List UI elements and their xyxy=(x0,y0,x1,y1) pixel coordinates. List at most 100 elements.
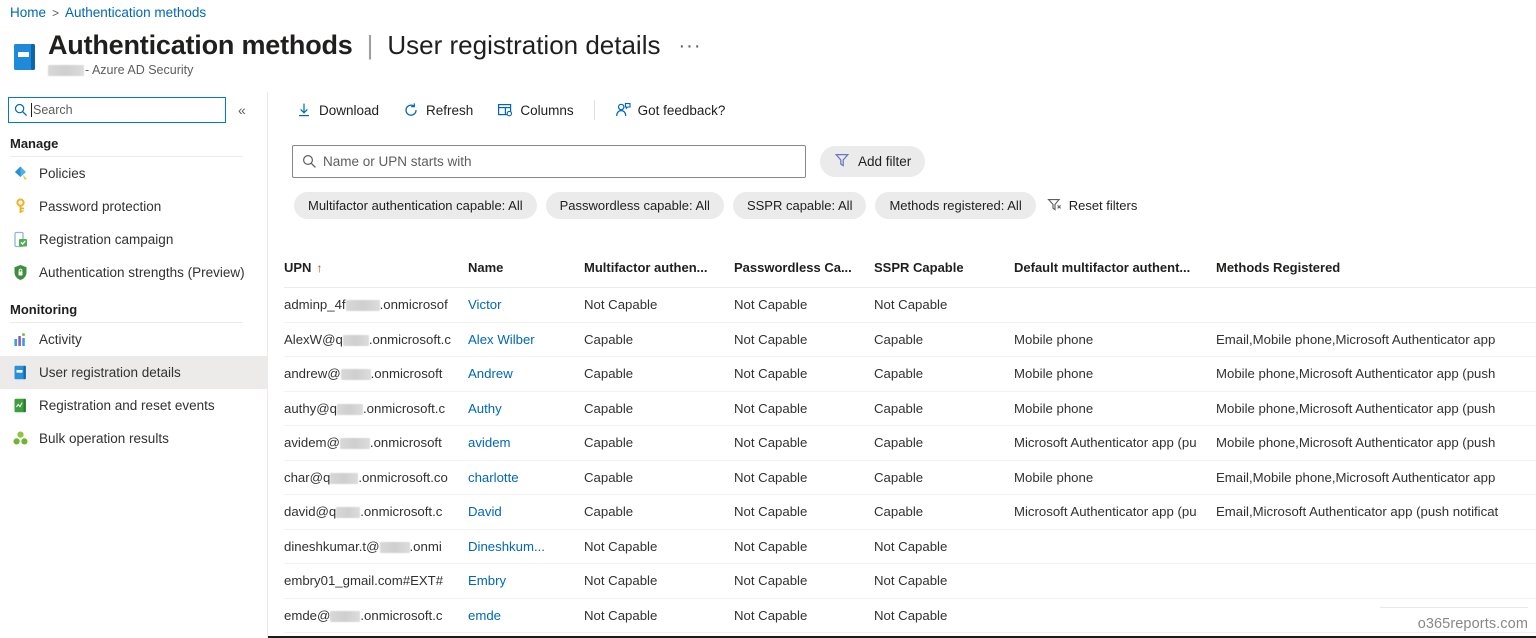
add-filter-button[interactable]: Add filter xyxy=(820,146,926,177)
cell-upn: david@q .onmicrosoft.c xyxy=(284,494,468,530)
filter-pill-multifactor-capable[interactable]: Multifactor authentication capable: All xyxy=(294,192,537,219)
column-header-multifactor-capable[interactable]: Multifactor authen... xyxy=(584,252,734,288)
columns-button[interactable]: Columns xyxy=(485,95,585,125)
command-bar-divider xyxy=(593,100,595,120)
redacted-tenant xyxy=(339,438,370,450)
user-registration-table: UPN ↑ Name Multifactor authen... Password… xyxy=(284,252,1536,638)
user-link[interactable]: Authy xyxy=(468,401,502,416)
upn-prefix: david@q xyxy=(284,504,337,520)
user-link[interactable]: Alex Wilber xyxy=(468,332,535,347)
upn-prefix: emde@ xyxy=(284,607,331,623)
sidebar-item-activity[interactable]: Activity xyxy=(0,323,267,356)
cell-passwordless-capable: Not Capable xyxy=(734,494,874,530)
sidebar: Search « Manage Policies Password protec… xyxy=(0,92,268,638)
user-link[interactable]: Embry xyxy=(468,573,506,588)
sidebar-item-label: Registration campaign xyxy=(39,232,174,247)
sidebar-item-password-protection[interactable]: Password protection xyxy=(0,190,267,223)
cell-passwordless-capable: Not Capable xyxy=(734,356,874,392)
table-row[interactable]: emde@ .onmicrosoft.c emde Not Capable Not… xyxy=(284,598,1536,633)
search-icon xyxy=(302,154,317,169)
user-link[interactable]: emde xyxy=(468,608,501,623)
cell-upn: andrew@ .onmicrosoft xyxy=(284,356,468,392)
cell-sspr-capable: Capable xyxy=(874,494,1014,530)
cell-name: Victor xyxy=(468,287,584,323)
name-or-upn-search-input[interactable]: Name or UPN starts with xyxy=(292,145,806,178)
column-header-passwordless-capable[interactable]: Passwordless Ca... xyxy=(734,252,874,288)
sidebar-item-user-registration-details[interactable]: User registration details xyxy=(0,356,267,389)
sidebar-item-label: Authentication strengths (Preview) xyxy=(39,265,245,280)
table-header-row: UPN ↑ Name Multifactor authen... Password… xyxy=(284,252,1536,288)
cell-multifactor-capable: Not Capable xyxy=(584,529,734,564)
column-header-sspr-capable[interactable]: SSPR Capable xyxy=(874,252,1014,288)
collapse-sidebar-button[interactable]: « xyxy=(234,102,250,118)
bulk-operations-icon xyxy=(12,430,29,447)
cell-multifactor-capable: Capable xyxy=(584,460,734,495)
page-subtitle-text: - Azure AD Security xyxy=(85,63,194,77)
sidebar-item-authentication-strengths[interactable]: Authentication strengths (Preview) xyxy=(0,256,267,289)
column-header-methods-registered[interactable]: Methods Registered xyxy=(1216,252,1536,288)
download-button[interactable]: Download xyxy=(284,95,391,125)
filter-pill-methods-registered[interactable]: Methods registered: All xyxy=(875,192,1036,219)
cell-methods-registered xyxy=(1216,287,1536,323)
table-row[interactable]: david@q .onmicrosoft.c David Capable Not … xyxy=(284,494,1536,530)
cell-upn: adminp_4f .onmicrosof xyxy=(284,287,468,323)
upn-prefix: embry01_gmail.com#EXT# xyxy=(284,573,444,589)
sidebar-item-policies[interactable]: Policies xyxy=(0,157,267,190)
table-row[interactable]: embry01_gmail.com#EXT# Embry Not Capable… xyxy=(284,563,1536,599)
table-body: adminp_4f .onmicrosof Victor Not Capable … xyxy=(284,287,1536,633)
user-link[interactable]: David xyxy=(468,504,502,519)
filter-row: Name or UPN starts with Add filter xyxy=(292,145,926,178)
filter-pill-passwordless-capable[interactable]: Passwordless capable: All xyxy=(545,192,724,219)
cell-methods-registered: Email,Microsoft Authenticator app (push … xyxy=(1216,494,1536,530)
filter-pill-sspr-capable[interactable]: SSPR capable: All xyxy=(732,192,867,219)
cell-name: charlotte xyxy=(468,460,584,495)
more-options-button[interactable]: ··· xyxy=(679,36,702,56)
upn-prefix: dineshkumar.t@ xyxy=(284,538,380,554)
cell-sspr-capable: Not Capable xyxy=(874,563,1014,599)
cell-sspr-capable: Capable xyxy=(874,460,1014,495)
table-row[interactable]: adminp_4f .onmicrosof Victor Not Capable … xyxy=(284,287,1536,323)
cell-default-multifactor: Mobile phone xyxy=(1014,356,1216,392)
filter-pills: Multifactor authentication capable: All … xyxy=(294,192,1137,219)
column-header-name[interactable]: Name xyxy=(468,252,584,288)
cell-methods-registered: Email,Mobile phone,Microsoft Authenticat… xyxy=(1216,322,1536,357)
user-link[interactable]: Victor xyxy=(468,297,501,312)
cell-multifactor-capable: Capable xyxy=(584,356,734,392)
key-icon xyxy=(12,198,29,215)
breadcrumb-home[interactable]: Home xyxy=(10,5,46,20)
user-link[interactable]: Dineshkum... xyxy=(468,539,545,554)
table-row[interactable]: char@q .onmicrosoft.co charlotte Capable … xyxy=(284,460,1536,495)
shield-lock-icon xyxy=(12,264,29,281)
cell-methods-registered xyxy=(1216,563,1536,599)
cell-multifactor-capable: Capable xyxy=(584,494,734,530)
got-feedback-button[interactable]: Got feedback? xyxy=(603,95,738,125)
upn-prefix: adminp_4f xyxy=(284,297,346,313)
cell-sspr-capable: Not Capable xyxy=(874,287,1014,323)
download-label: Download xyxy=(319,102,380,118)
user-link[interactable]: charlotte xyxy=(468,470,519,485)
table-row[interactable]: AlexW@q .onmicrosoft.c Alex Wilber Capabl… xyxy=(284,322,1536,357)
cell-name: Embry xyxy=(468,563,584,599)
column-header-upn[interactable]: UPN ↑ xyxy=(284,252,468,288)
column-header-default-multifactor[interactable]: Default multifactor authent... xyxy=(1014,252,1216,288)
watermark-divider xyxy=(1380,607,1528,608)
table-row[interactable]: dineshkumar.t@ .onmi Dineshkum... Not Cap… xyxy=(284,529,1536,564)
sidebar-item-registration-campaign[interactable]: Registration campaign xyxy=(0,223,267,256)
cell-upn: avidem@ .onmicrosoft xyxy=(284,425,468,461)
breadcrumb-current[interactable]: Authentication methods xyxy=(65,5,206,20)
sidebar-item-label: Policies xyxy=(39,166,86,181)
table-row[interactable]: avidem@ .onmicrosoft avidem Capable Not C… xyxy=(284,425,1536,461)
refresh-button[interactable]: Refresh xyxy=(391,95,485,125)
sidebar-item-bulk-operation-results[interactable]: Bulk operation results xyxy=(0,422,267,455)
search-input[interactable]: Search xyxy=(8,97,226,123)
redacted-tenant xyxy=(330,472,359,484)
table-row[interactable]: authy@q .onmicrosoft.c Authy Capable Not … xyxy=(284,391,1536,426)
user-link[interactable]: avidem xyxy=(468,435,511,450)
reset-filters-button[interactable]: Reset filters xyxy=(1046,197,1137,215)
sidebar-item-registration-and-reset-events[interactable]: Registration and reset events xyxy=(0,389,267,422)
search-icon xyxy=(14,103,28,117)
table-row[interactable]: andrew@ .onmicrosoft Andrew Capable Not C… xyxy=(284,356,1536,392)
cell-upn: char@q .onmicrosoft.co xyxy=(284,460,468,495)
user-link[interactable]: Andrew xyxy=(468,366,513,381)
sort-ascending-icon: ↑ xyxy=(316,261,323,275)
